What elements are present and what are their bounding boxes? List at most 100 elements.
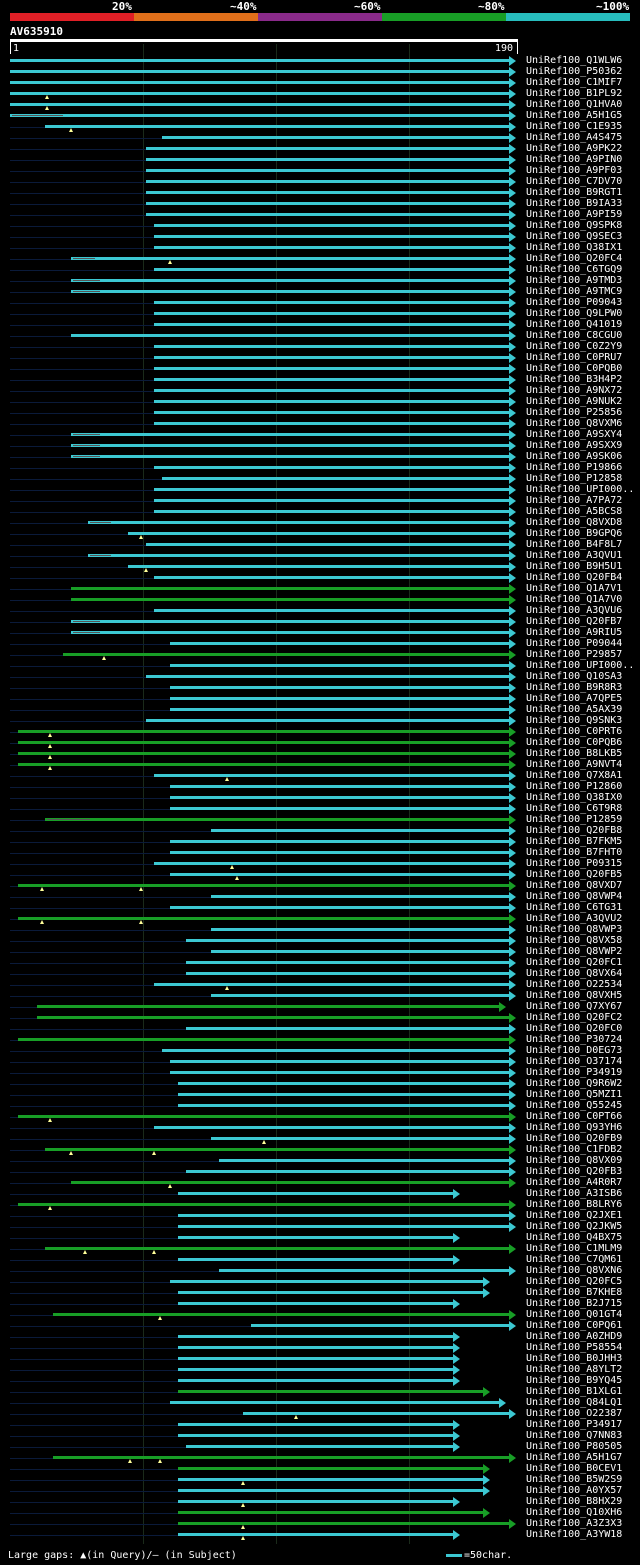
alignment-bar[interactable] bbox=[52, 1456, 510, 1459]
hit-id-link[interactable]: UniRef100_Q10XH6 bbox=[526, 1507, 622, 1518]
alignment-bar[interactable] bbox=[170, 840, 510, 843]
hit-id-link[interactable]: UniRef100_B4F8L7 bbox=[526, 539, 622, 550]
alignment-bar[interactable] bbox=[170, 851, 510, 854]
alignment-bar[interactable] bbox=[71, 334, 510, 337]
alignment-bar[interactable] bbox=[154, 246, 510, 249]
alignment-bar[interactable] bbox=[178, 1082, 510, 1085]
hit-id-link[interactable]: UniRef100_B7FKM5 bbox=[526, 836, 622, 847]
hit-id-link[interactable]: UniRef100_A3Z3X3 bbox=[526, 1518, 622, 1529]
alignment-bar[interactable] bbox=[178, 1093, 510, 1096]
hit-id-link[interactable]: UniRef100_Q7X8A1 bbox=[526, 770, 622, 781]
alignment-bar[interactable] bbox=[154, 224, 510, 227]
hit-id-link[interactable]: UniRef100_Q10SA3 bbox=[526, 671, 622, 682]
alignment-bar[interactable] bbox=[154, 510, 510, 513]
hit-id-link[interactable]: UniRef100_Q20FB9 bbox=[526, 1133, 622, 1144]
hit-id-link[interactable]: UniRef100_Q20FB7 bbox=[526, 616, 622, 627]
hit-id-link[interactable]: UniRef100_C0Z2Y9 bbox=[526, 341, 622, 352]
hit-id-link[interactable]: UniRef100_A9TMC9 bbox=[526, 286, 622, 297]
hit-id-link[interactable]: UniRef100_P34917 bbox=[526, 1419, 622, 1430]
hit-id-link[interactable]: UniRef100_A5AX39 bbox=[526, 704, 622, 715]
alignment-bar[interactable] bbox=[10, 103, 510, 106]
alignment-bar[interactable] bbox=[44, 1247, 510, 1250]
alignment-bar[interactable] bbox=[44, 125, 510, 128]
alignment-bar[interactable] bbox=[178, 1357, 454, 1360]
alignment-bar[interactable] bbox=[18, 741, 510, 744]
hit-id-link[interactable]: UniRef100_Q2JKW5 bbox=[526, 1221, 622, 1232]
alignment-bar[interactable] bbox=[178, 1302, 454, 1305]
alignment-bar[interactable] bbox=[18, 1115, 510, 1118]
hit-id-link[interactable]: UniRef100_B8HX29 bbox=[526, 1496, 622, 1507]
hit-id-link[interactable]: UniRef100_O22387 bbox=[526, 1408, 622, 1419]
hit-id-link[interactable]: UniRef100_P50362 bbox=[526, 66, 622, 77]
alignment-bar[interactable] bbox=[154, 1126, 510, 1129]
hit-row[interactable]: UniRef100_A3YW18 bbox=[0, 1529, 640, 1541]
hit-id-link[interactable]: UniRef100_Q8VXD7 bbox=[526, 880, 622, 891]
alignment-bar[interactable] bbox=[10, 92, 510, 95]
hit-id-link[interactable]: UniRef100_C1E935 bbox=[526, 121, 622, 132]
hit-id-link[interactable]: UniRef100_Q8VWP2 bbox=[526, 946, 622, 957]
alignment-bar[interactable] bbox=[178, 1522, 510, 1525]
alignment-bar[interactable] bbox=[71, 290, 510, 293]
alignment-bar[interactable] bbox=[154, 411, 510, 414]
alignment-bar[interactable] bbox=[170, 1060, 510, 1063]
hit-id-link[interactable]: UniRef100_D0EG73 bbox=[526, 1045, 622, 1056]
alignment-bar[interactable] bbox=[71, 1181, 510, 1184]
hit-id-link[interactable]: UniRef100_A9NUK2 bbox=[526, 396, 622, 407]
hit-id-link[interactable]: UniRef100_P58554 bbox=[526, 1342, 622, 1353]
hit-id-link[interactable]: UniRef100_B5W2S9 bbox=[526, 1474, 622, 1485]
alignment-bar[interactable] bbox=[186, 1027, 510, 1030]
hit-id-link[interactable]: UniRef100_Q20FB4 bbox=[526, 572, 622, 583]
hit-id-link[interactable]: UniRef100_Q1A7V1 bbox=[526, 583, 622, 594]
hit-id-link[interactable]: UniRef100_A9RIU5 bbox=[526, 627, 622, 638]
hit-id-link[interactable]: UniRef100_Q1HVA0 bbox=[526, 99, 622, 110]
alignment-bar[interactable] bbox=[178, 1379, 454, 1382]
hit-id-link[interactable]: UniRef100_A7PA72 bbox=[526, 495, 622, 506]
alignment-bar[interactable] bbox=[210, 1137, 510, 1140]
hit-id-link[interactable]: UniRef100_Q38IX0 bbox=[526, 792, 622, 803]
hit-id-link[interactable]: UniRef100_B8LKB5 bbox=[526, 748, 622, 759]
hit-id-link[interactable]: UniRef100_Q7NN83 bbox=[526, 1430, 622, 1441]
hit-id-link[interactable]: UniRef100_B1XLG1 bbox=[526, 1386, 622, 1397]
hit-id-link[interactable]: UniRef100_A0YX57 bbox=[526, 1485, 622, 1496]
alignment-bar[interactable] bbox=[146, 675, 510, 678]
hit-id-link[interactable]: UniRef100_C1MLM9 bbox=[526, 1243, 622, 1254]
alignment-bar[interactable] bbox=[170, 664, 510, 667]
hit-id-link[interactable]: UniRef100_C6T9R8 bbox=[526, 803, 622, 814]
alignment-bar[interactable] bbox=[146, 169, 510, 172]
alignment-bar[interactable] bbox=[162, 1049, 510, 1052]
alignment-bar[interactable] bbox=[178, 1192, 454, 1195]
hit-id-link[interactable]: UniRef100_Q20FC0 bbox=[526, 1023, 622, 1034]
hit-id-link[interactable]: UniRef100_Q20FB8 bbox=[526, 825, 622, 836]
hit-id-link[interactable]: UniRef100_Q20FC1 bbox=[526, 957, 622, 968]
alignment-bar[interactable] bbox=[127, 532, 510, 535]
hit-id-link[interactable]: UniRef100_UPI000.. bbox=[526, 660, 634, 671]
alignment-bar[interactable] bbox=[154, 400, 510, 403]
hit-id-link[interactable]: UniRef100_A3YW18 bbox=[526, 1529, 622, 1540]
hit-id-link[interactable]: UniRef100_Q8VXM6 bbox=[526, 418, 622, 429]
hit-id-link[interactable]: UniRef100_A5H1G5 bbox=[526, 110, 622, 121]
hit-id-link[interactable]: UniRef100_B9IA33 bbox=[526, 198, 622, 209]
alignment-bar[interactable] bbox=[146, 213, 510, 216]
hit-id-link[interactable]: UniRef100_P12858 bbox=[526, 473, 622, 484]
alignment-bar[interactable] bbox=[87, 554, 510, 557]
hit-id-link[interactable]: UniRef100_Q9SEC3 bbox=[526, 231, 622, 242]
alignment-bar[interactable] bbox=[178, 1225, 510, 1228]
alignment-bar[interactable] bbox=[178, 1478, 483, 1481]
alignment-bar[interactable] bbox=[170, 1280, 483, 1283]
hit-id-link[interactable]: UniRef100_Q84LQ1 bbox=[526, 1397, 622, 1408]
alignment-bar[interactable] bbox=[210, 928, 510, 931]
hit-id-link[interactable]: UniRef100_Q2JXE1 bbox=[526, 1210, 622, 1221]
alignment-bar[interactable] bbox=[63, 653, 510, 656]
hit-id-link[interactable]: UniRef100_P80505 bbox=[526, 1441, 622, 1452]
alignment-bar[interactable] bbox=[154, 983, 510, 986]
alignment-bar[interactable] bbox=[52, 1313, 510, 1316]
alignment-bar[interactable] bbox=[170, 1401, 499, 1404]
alignment-bar[interactable] bbox=[154, 323, 510, 326]
alignment-bar[interactable] bbox=[146, 191, 510, 194]
hit-id-link[interactable]: UniRef100_A9SXX9 bbox=[526, 440, 622, 451]
hit-id-link[interactable]: UniRef100_B9RGT1 bbox=[526, 187, 622, 198]
hit-id-link[interactable]: UniRef100_A4S475 bbox=[526, 132, 622, 143]
hit-id-link[interactable]: UniRef100_B9H5U1 bbox=[526, 561, 622, 572]
hit-id-link[interactable]: UniRef100_Q20FC5 bbox=[526, 1276, 622, 1287]
alignment-bar[interactable] bbox=[146, 158, 510, 161]
